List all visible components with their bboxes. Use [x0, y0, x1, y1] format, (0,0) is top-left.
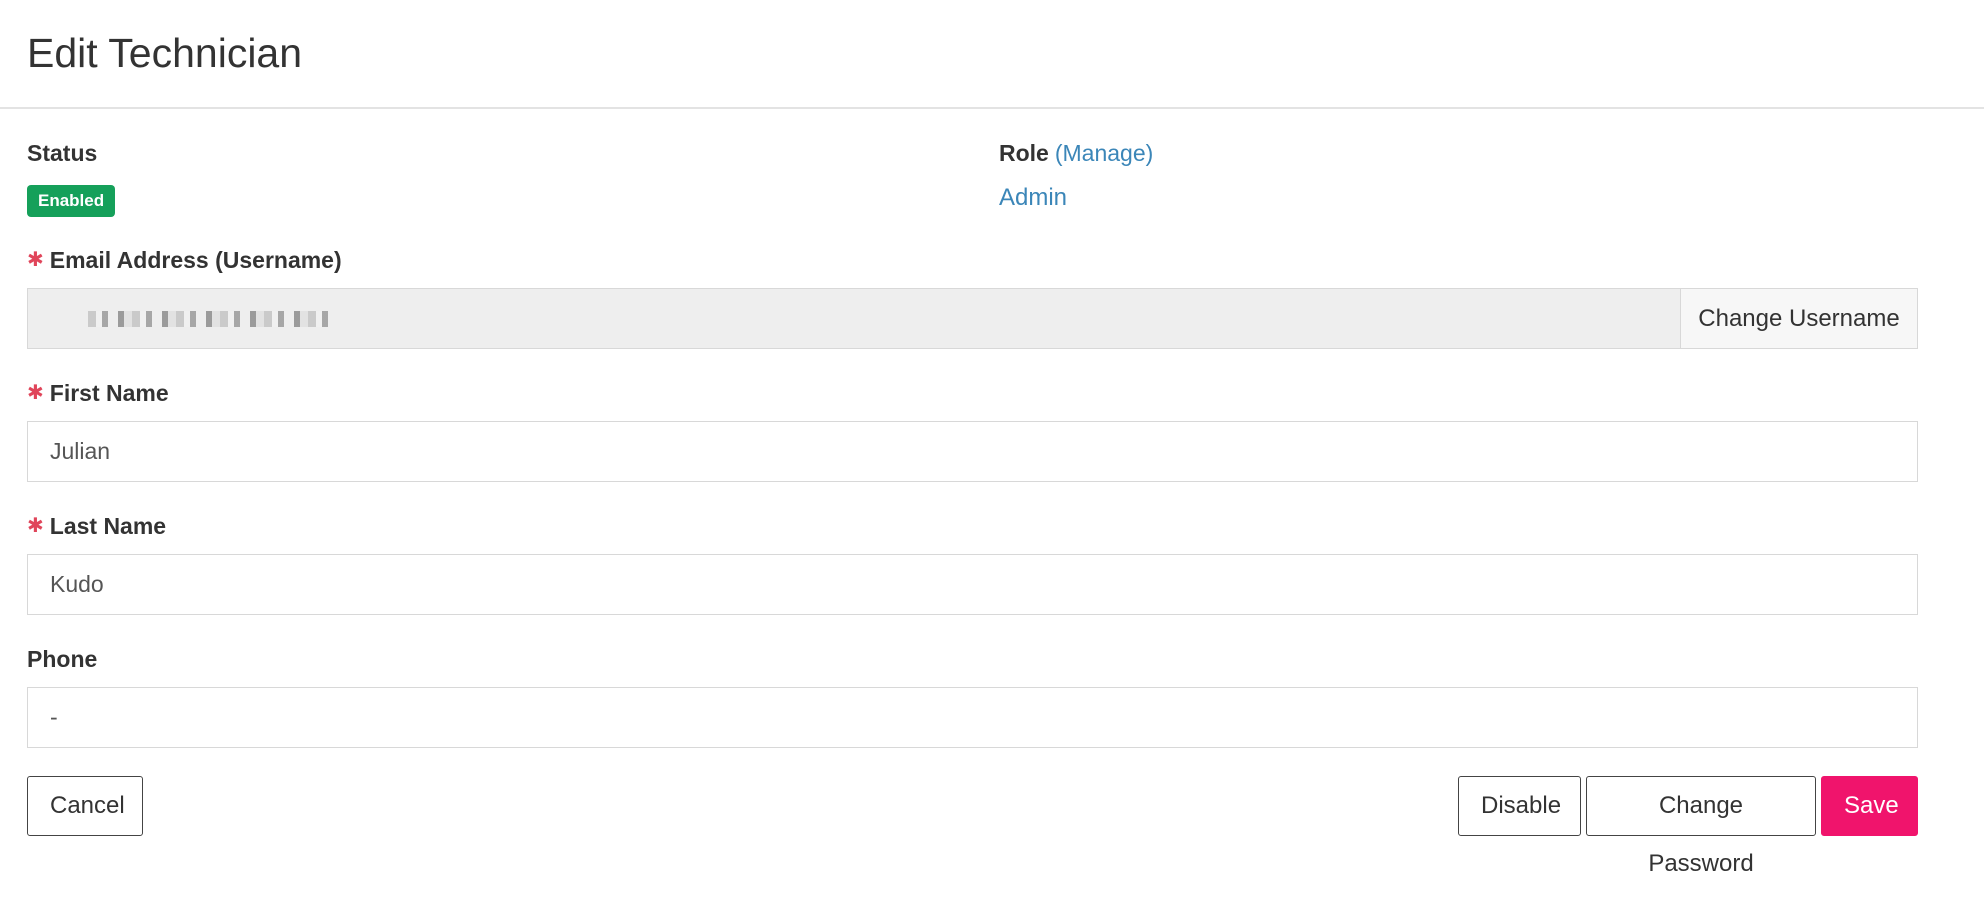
- required-asterisk-icon: ✱: [27, 515, 44, 537]
- first-name-label: First Name: [49, 380, 169, 406]
- redacted-email-value: [88, 311, 338, 327]
- manage-role-link[interactable]: (Manage): [1055, 140, 1153, 166]
- first-name-label-group: ✱ First Name: [27, 380, 169, 407]
- page-header: Edit Technician: [0, 0, 1984, 109]
- save-button[interactable]: Save: [1821, 776, 1918, 836]
- phone-label: Phone: [27, 646, 98, 672]
- cancel-button[interactable]: Cancel: [27, 776, 143, 836]
- role-label-group: Role (Manage): [999, 140, 1153, 167]
- role-label: Role: [999, 140, 1049, 166]
- email-label-group: ✱ Email Address (Username): [27, 247, 342, 274]
- last-name-input[interactable]: [27, 554, 1918, 615]
- last-name-label-group: ✱ Last Name: [27, 513, 166, 540]
- change-password-button[interactable]: Change Password: [1586, 776, 1816, 877]
- first-name-input[interactable]: [27, 421, 1918, 482]
- required-asterisk-icon: ✱: [27, 249, 44, 271]
- role-value-link[interactable]: Admin: [999, 184, 1067, 212]
- phone-input[interactable]: [27, 687, 1918, 748]
- status-label: Status: [27, 140, 98, 166]
- email-field: [28, 289, 1680, 348]
- disable-button[interactable]: Disable: [1458, 776, 1581, 836]
- last-name-label: Last Name: [49, 513, 167, 539]
- required-asterisk-icon: ✱: [27, 382, 44, 404]
- email-label: Email Address (Username): [49, 247, 342, 273]
- page-title: Edit Technician: [27, 30, 303, 76]
- status-badge: Enabled: [27, 185, 116, 217]
- email-field-group: Change Username: [27, 288, 1918, 349]
- change-username-button[interactable]: Change Username: [1680, 289, 1917, 348]
